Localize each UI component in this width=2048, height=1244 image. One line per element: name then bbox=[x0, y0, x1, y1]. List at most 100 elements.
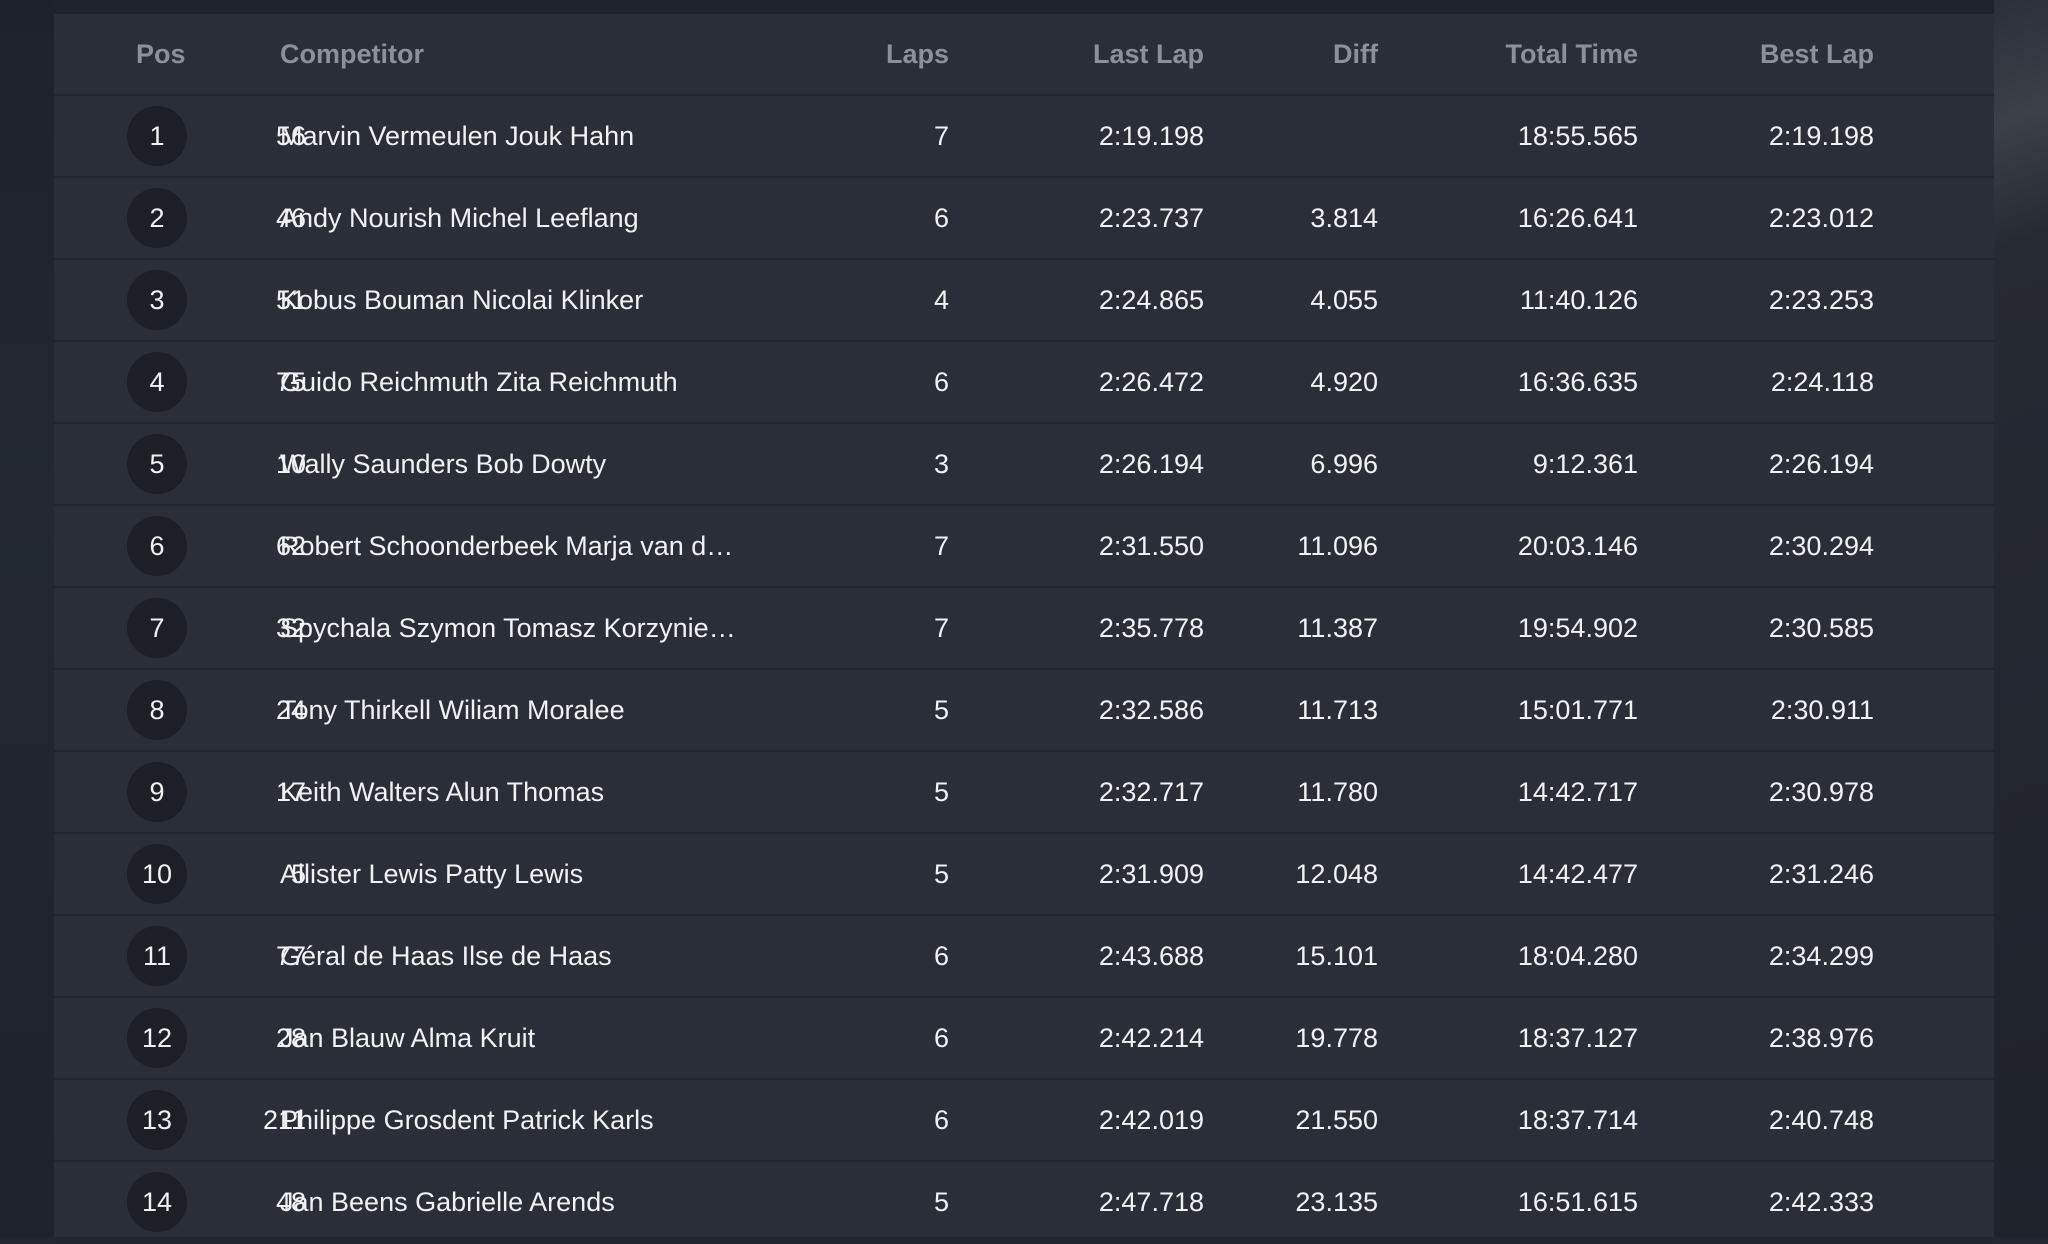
last-lap-value: 2:43.688 bbox=[1098, 941, 1204, 971]
laps-value: 7 bbox=[933, 613, 949, 643]
table-row[interactable]: 2 46 Andy Nourish Michel Leeflang 6 2:23.737… bbox=[54, 178, 1994, 260]
position-badge: 6 bbox=[127, 516, 187, 576]
total-time-value: 16:36.635 bbox=[1517, 367, 1638, 397]
diff-value: 19.778 bbox=[1295, 1023, 1378, 1053]
total-time-value: 11:40.126 bbox=[1519, 285, 1638, 315]
total-time-value: 16:51.615 bbox=[1517, 1187, 1638, 1217]
competitor-name: Robert Schoonderbeek Marja van d… bbox=[280, 531, 734, 561]
results-table: Pos Competitor Laps Last Lap Diff Total … bbox=[54, 14, 1994, 1244]
last-lap-value: 2:19.198 bbox=[1098, 121, 1204, 151]
total-time-value: 18:55.565 bbox=[1517, 121, 1638, 151]
laps-value: 5 bbox=[933, 695, 949, 725]
competitor-name: Andy Nourish Michel Leeflang bbox=[280, 203, 639, 233]
position-badge: 14 bbox=[127, 1172, 187, 1232]
laps-value: 5 bbox=[933, 859, 949, 889]
diff-value: 11.780 bbox=[1297, 777, 1378, 807]
table-row[interactable]: 14 48 Jan Beens Gabrielle Arends 5 2:47.718 2… bbox=[54, 1162, 1994, 1244]
best-lap-value: 2:30.294 bbox=[1768, 531, 1874, 561]
competitor-name: Allister Lewis Patty Lewis bbox=[280, 859, 584, 889]
table-row[interactable]: 5 10 Wally Saunders Bob Dowty 3 2:26.194 6.99… bbox=[54, 424, 1994, 506]
last-lap-value: 2:24.865 bbox=[1098, 285, 1204, 315]
laps-value: 6 bbox=[933, 203, 949, 233]
position-badge: 8 bbox=[127, 680, 187, 740]
competitor-name: Wally Saunders Bob Dowty bbox=[280, 449, 607, 479]
last-lap-value: 2:35.778 bbox=[1098, 613, 1204, 643]
header-last-lap: Last Lap bbox=[1092, 39, 1204, 69]
competitor-name: Philippe Grosdent Patrick Karls bbox=[280, 1105, 654, 1135]
diff-value: 4.055 bbox=[1310, 285, 1378, 315]
competitor-name: Tony Thirkell Wiliam Moralee bbox=[280, 695, 625, 725]
position-badge: 9 bbox=[127, 762, 187, 822]
best-lap-value: 2:19.198 bbox=[1768, 121, 1874, 151]
diff-value: 21.550 bbox=[1295, 1105, 1378, 1135]
table-row[interactable]: 1 56 Marvin Vermeulen Jouk Hahn 7 2:19.198 18… bbox=[54, 96, 1994, 178]
header-competitor: Competitor bbox=[280, 39, 424, 69]
best-lap-value: 2:24.118 bbox=[1770, 367, 1874, 397]
total-time-value: 19:54.902 bbox=[1517, 613, 1638, 643]
background-left bbox=[0, 0, 54, 1237]
position-badge: 7 bbox=[127, 598, 187, 658]
laps-value: 6 bbox=[933, 941, 949, 971]
last-lap-value: 2:26.472 bbox=[1098, 367, 1204, 397]
competitor-name: Jan Blauw Alma Kruit bbox=[280, 1023, 536, 1053]
table-row[interactable]: 3 51 Kobus Bouman Nicolai Klinker 4 2:24.865… bbox=[54, 260, 1994, 342]
best-lap-value: 2:31.246 bbox=[1768, 859, 1874, 889]
position-badge: 10 bbox=[127, 844, 187, 904]
last-lap-value: 2:32.586 bbox=[1098, 695, 1204, 725]
last-lap-value: 2:47.718 bbox=[1098, 1187, 1204, 1217]
table-row[interactable]: 13 211 Philippe Grosdent Patrick Karls 6 2:4… bbox=[54, 1080, 1994, 1162]
position-badge: 2 bbox=[127, 188, 187, 248]
table-row[interactable]: 6 62 Robert Schoonderbeek Marja van d… 7 2:3… bbox=[54, 506, 1994, 588]
diff-value: 11.387 bbox=[1297, 613, 1378, 643]
competitor-name: Marvin Vermeulen Jouk Hahn bbox=[280, 121, 635, 151]
best-lap-value: 2:38.976 bbox=[1768, 1023, 1874, 1053]
position-badge: 13 bbox=[127, 1090, 187, 1150]
table-row[interactable]: 4 75 Guido Reichmuth Zita Reichmuth 6 2:26.4… bbox=[54, 342, 1994, 424]
header-total-time: Total Time bbox=[1505, 39, 1638, 69]
diff-value: 11.096 bbox=[1297, 531, 1378, 561]
competitor-name: Kobus Bouman Nicolai Klinker bbox=[280, 285, 644, 315]
last-lap-value: 2:42.019 bbox=[1098, 1105, 1204, 1135]
total-time-value: 16:26.641 bbox=[1517, 203, 1638, 233]
last-lap-value: 2:23.737 bbox=[1098, 203, 1204, 233]
diff-value: 23.135 bbox=[1295, 1187, 1378, 1217]
table-row[interactable]: 9 17 Keith Walters Alun Thomas 5 2:32.717 11.… bbox=[54, 752, 1994, 834]
diff-value bbox=[1204, 96, 1378, 176]
best-lap-value: 2:30.585 bbox=[1768, 613, 1874, 643]
total-time-value: 18:04.280 bbox=[1517, 941, 1638, 971]
last-lap-value: 2:32.717 bbox=[1098, 777, 1204, 807]
total-time-value: 20:03.146 bbox=[1517, 531, 1638, 561]
best-lap-value: 2:42.333 bbox=[1768, 1187, 1874, 1217]
best-lap-value: 2:30.978 bbox=[1768, 777, 1874, 807]
laps-value: 4 bbox=[933, 285, 949, 315]
table-row[interactable]: 7 32 Spychala Szymon Tomasz Korzynie… 7 2:35… bbox=[54, 588, 1994, 670]
header-best-lap: Best Lap bbox=[1759, 39, 1874, 69]
competitor-name: Jan Beens Gabrielle Arends bbox=[280, 1187, 615, 1217]
table-row[interactable]: 10 5 Allister Lewis Patty Lewis 5 2:31.909 12… bbox=[54, 834, 1994, 916]
table-row[interactable]: 12 28 Jan Blauw Alma Kruit 6 2:42.214 19.778 1… bbox=[54, 998, 1994, 1080]
position-badge: 5 bbox=[127, 434, 187, 494]
competitor-name: Géral de Haas Ilse de Haas bbox=[280, 941, 612, 971]
last-lap-value: 2:42.214 bbox=[1098, 1023, 1204, 1053]
table-row[interactable]: 11 77 Géral de Haas Ilse de Haas 6 2:43.688 1… bbox=[54, 916, 1994, 998]
table-header: Pos Competitor Laps Last Lap Diff Total … bbox=[54, 14, 1994, 96]
laps-value: 7 bbox=[933, 531, 949, 561]
total-time-value: 14:42.477 bbox=[1517, 859, 1638, 889]
background-right bbox=[1994, 0, 2048, 1237]
laps-value: 6 bbox=[933, 367, 949, 397]
diff-value: 4.920 bbox=[1310, 367, 1378, 397]
best-lap-value: 2:26.194 bbox=[1768, 449, 1874, 479]
total-time-value: 18:37.714 bbox=[1517, 1105, 1638, 1135]
laps-value: 5 bbox=[933, 1187, 949, 1217]
total-time-value: 9:12.361 bbox=[1532, 449, 1638, 479]
best-lap-value: 2:23.012 bbox=[1768, 203, 1874, 233]
position-badge: 1 bbox=[127, 106, 187, 166]
table-row[interactable]: 8 24 Tony Thirkell Wiliam Moralee 5 2:32.586… bbox=[54, 670, 1994, 752]
laps-value: 6 bbox=[933, 1105, 949, 1135]
top-strip bbox=[0, 0, 2048, 14]
total-time-value: 14:42.717 bbox=[1517, 777, 1638, 807]
diff-value: 15.101 bbox=[1295, 941, 1378, 971]
laps-value: 5 bbox=[933, 777, 949, 807]
diff-value: 12.048 bbox=[1295, 859, 1378, 889]
header-laps: Laps bbox=[885, 39, 949, 69]
